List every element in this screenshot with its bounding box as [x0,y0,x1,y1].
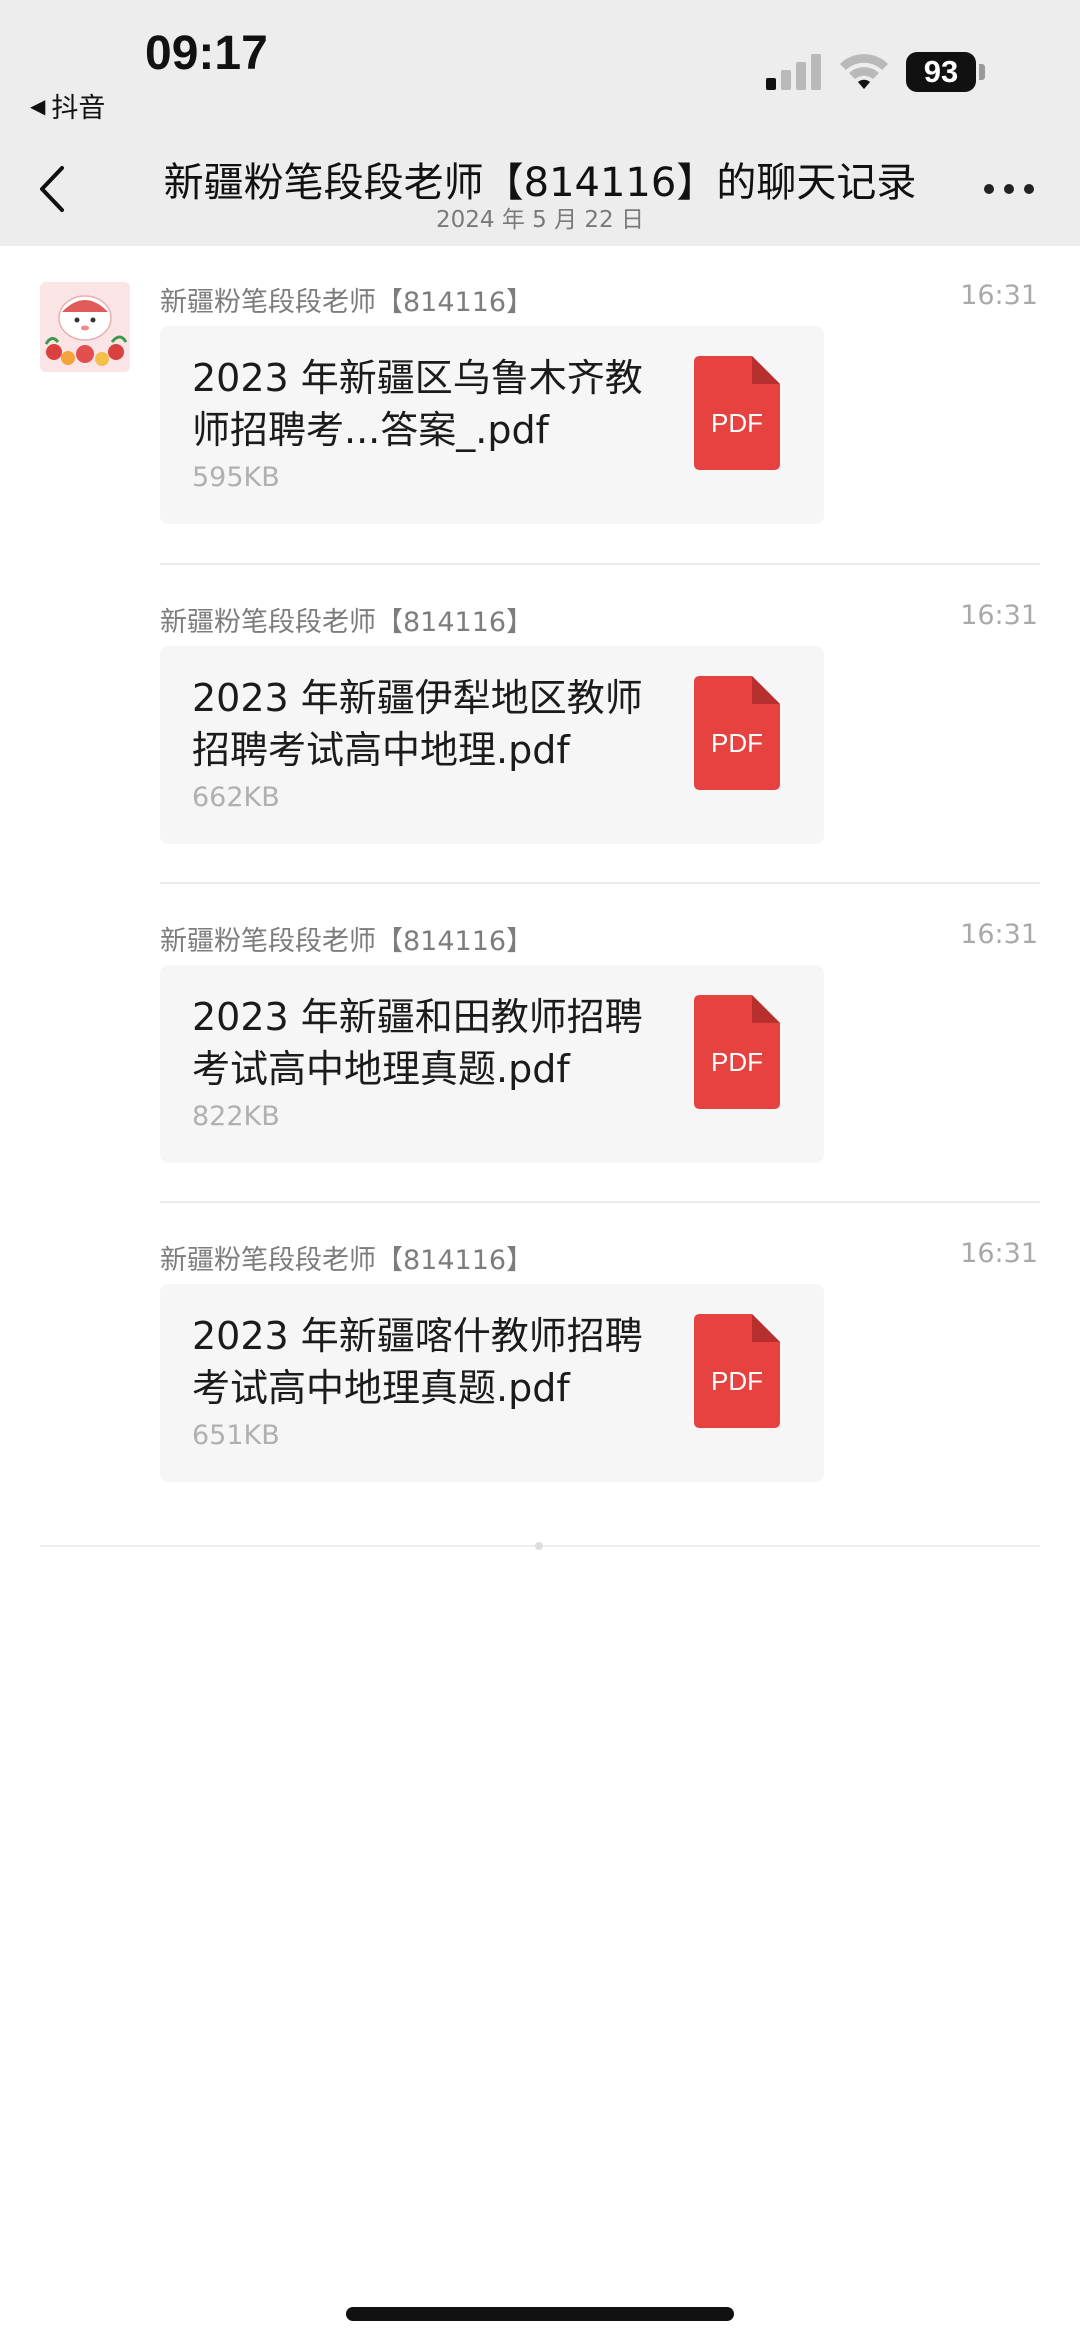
message-sender: 新疆粉笔段段老师【814116】 [160,607,534,638]
file-name: 2023 年新疆区乌鲁木齐教师招聘考...答案_.pdf [192,356,643,452]
message-sender: 新疆粉笔段段老师【814116】 [160,287,534,318]
list-item: 新疆粉笔段段老师【814116】 16:31 2023 年新疆和田教师招聘考试高… [0,919,1080,1239]
list-item: 新疆粉笔段段老师【814116】 16:31 2023 年新疆伊犁地区教师招聘考… [0,600,1080,920]
pdf-icon: PDF [694,676,780,790]
file-name: 2023 年新疆伊犁地区教师招聘考试高中地理.pdf [192,676,643,772]
file-size: 595KB [192,462,280,493]
file-size: 662KB [192,782,280,813]
file-name: 2023 年新疆和田教师招聘考试高中地理真题.pdf [192,995,643,1091]
end-dot [535,1542,543,1550]
status-time: 09:17 [145,27,268,80]
battery-tip [979,64,985,80]
list-item: 新疆粉笔段段老师【814116】 16:31 2023 年新疆区乌鲁木齐教师招聘… [0,280,1080,600]
pdf-icon: PDF [694,995,780,1109]
pdf-label: PDF [711,408,763,438]
message-sender: 新疆粉笔段段老师【814116】 [160,1245,534,1276]
message-time: 16:31 [960,600,1038,631]
pdf-label: PDF [711,728,763,758]
file-size: 822KB [192,1101,280,1132]
list-item: 新疆粉笔段段老师【814116】 16:31 2023 年新疆喀什教师招聘考试高… [0,1238,1080,1558]
file-card[interactable]: 2023 年新疆区乌鲁木齐教师招聘考...答案_.pdf 595KB PDF [160,326,824,524]
battery-icon: 93 [906,52,976,92]
divider [160,882,1040,884]
file-name: 2023 年新疆喀什教师招聘考试高中地理真题.pdf [192,1314,643,1410]
pdf-icon: PDF [694,356,780,470]
battery-level: 93 [923,54,959,89]
message-time: 16:31 [960,1238,1038,1269]
file-card[interactable]: 2023 年新疆喀什教师招聘考试高中地理真题.pdf 651KB PDF [160,1284,824,1482]
more-icon[interactable] [984,184,1034,196]
message-time: 16:31 [960,919,1038,950]
back-arrow-icon: ◀ [30,93,46,118]
divider [160,1201,1040,1203]
page-subtitle-date: 2024 年 5 月 22 日 [436,207,644,233]
pdf-icon: PDF [694,1314,780,1428]
file-card[interactable]: 2023 年新疆伊犁地区教师招聘考试高中地理.pdf 662KB PDF [160,646,824,844]
signal-icon [766,54,822,90]
top-bar: 09:17 ◀ 抖音 93 新疆粉笔段段老师【814116】的聊天记录 2024… [0,0,1080,246]
file-size: 651KB [192,1420,280,1451]
message-sender: 新疆粉笔段段老师【814116】 [160,926,534,957]
pdf-label: PDF [711,1366,763,1396]
divider [160,563,1040,565]
back-app-label: 抖音 [51,93,106,124]
message-time: 16:31 [960,280,1038,311]
pdf-label: PDF [711,1047,763,1077]
back-to-app-button[interactable]: ◀ 抖音 [30,86,105,125]
chevron-left-icon[interactable] [38,164,68,214]
wifi-icon [840,54,888,89]
file-card[interactable]: 2023 年新疆和田教师招聘考试高中地理真题.pdf 822KB PDF [160,965,824,1163]
home-indicator[interactable] [346,2307,734,2321]
